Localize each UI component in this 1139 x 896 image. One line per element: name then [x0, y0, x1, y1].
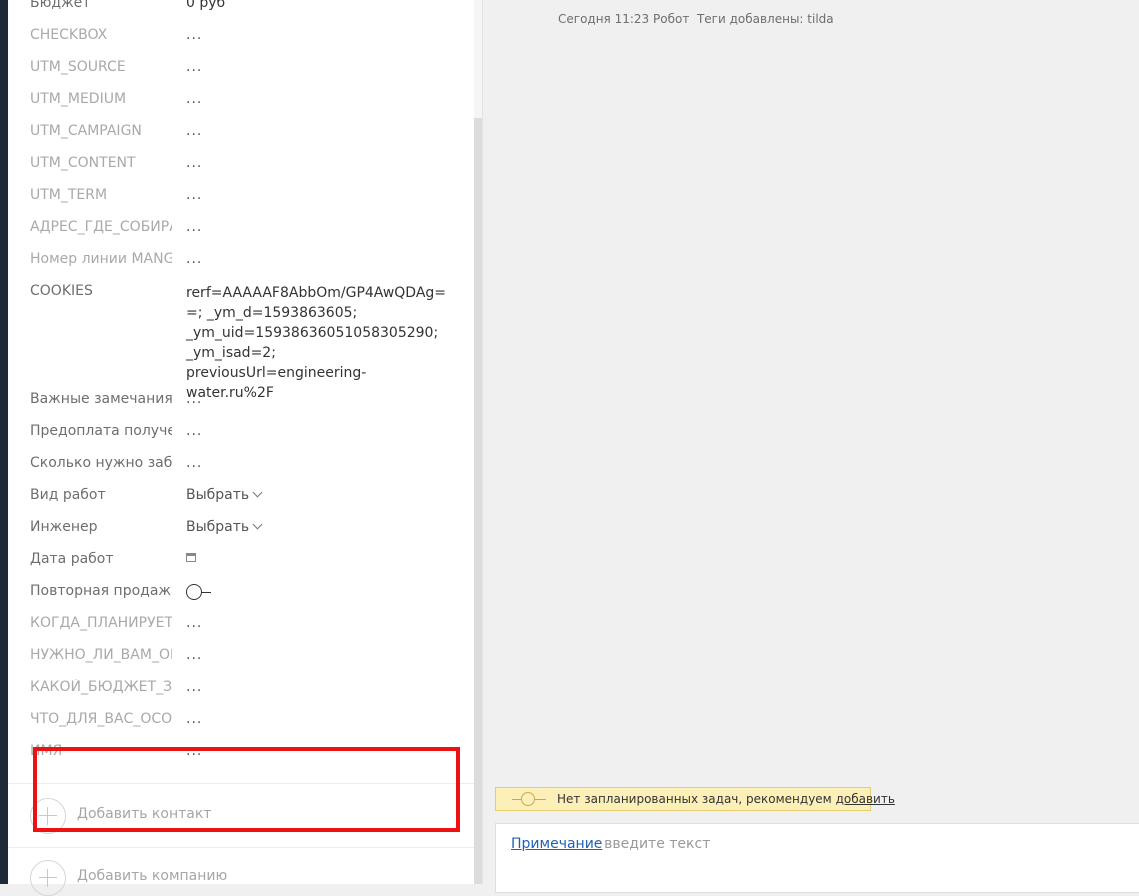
field-row-utm-content[interactable]: UTM_CONTENT ... — [30, 147, 460, 179]
field-row-mango-line[interactable]: Номер линии MANGO ... — [30, 243, 460, 275]
field-value[interactable]: 0 руб — [186, 0, 225, 11]
no-tasks-banner: Нет запланированных задач, рекомендуем д… — [495, 787, 895, 811]
field-label: UTM_CONTENT — [30, 155, 136, 171]
field-row-utm-source[interactable]: UTM_SOURCE ... — [30, 51, 460, 83]
no-tasks-text: Нет запланированных задач, рекомендуем д… — [557, 792, 895, 806]
work-type-select[interactable]: Выбрать — [186, 487, 263, 503]
engineer-select[interactable]: Выбрать — [186, 519, 263, 535]
field-label: UTM_CAMPAIGN — [30, 123, 142, 139]
add-company-label: Добавить компанию — [77, 868, 228, 884]
field-label: UTM_MEDIUM — [30, 91, 127, 107]
field-value[interactable]: ... — [186, 647, 202, 663]
note-placeholder[interactable]: : введите текст — [595, 836, 710, 852]
note-input-box[interactable]: Примечание : введите текст — [495, 823, 1139, 893]
feed-author: Робот — [653, 12, 690, 26]
field-row-important-notes[interactable]: Важные замечания ... — [30, 383, 460, 415]
feed-text: Теги добавлены: tilda — [696, 12, 834, 26]
field-value[interactable]: ... — [186, 711, 202, 727]
field-label: Бюджет — [30, 0, 91, 11]
field-row-utm-term[interactable]: UTM_TERM ... — [30, 179, 460, 211]
no-tasks-message: Нет запланированных задач, рекомендуем — [557, 792, 832, 806]
scrollbar-thumb[interactable] — [474, 118, 482, 884]
field-row-address[interactable]: АДРЕС_ГДЕ_СОБИРАЕ ... — [30, 211, 460, 243]
field-label: Дата работ — [30, 551, 114, 567]
field-row-need-survey[interactable]: НУЖНО_ЛИ_ВАМ_ОБУ ... — [30, 639, 460, 671]
field-row-cookies[interactable]: COOKIES rerf=AAAAAF8AbbOm/GP4AwQDAg==; _… — [30, 275, 460, 401]
field-row-work-type[interactable]: Вид работ Выбрать — [30, 479, 460, 511]
calendar-icon[interactable] — [186, 553, 196, 562]
chevron-down-icon — [252, 487, 263, 498]
field-row-when-planning[interactable]: КОГДА_ПЛАНИРУЕТЕ_ ... — [30, 607, 460, 639]
field-label: Номер линии MANGO — [30, 251, 172, 267]
feed-event: Сегодня 11:23 Робот Теги добавлены: tild… — [558, 12, 834, 26]
field-label: АДРЕС_ГДЕ_СОБИРАЕ — [30, 219, 172, 235]
field-row-work-date[interactable]: Дата работ — [30, 543, 460, 575]
field-label: Вид работ — [30, 487, 106, 503]
field-label: НУЖНО_ЛИ_ВАМ_ОБУ — [30, 647, 172, 663]
note-type-link[interactable]: Примечание — [511, 836, 602, 852]
field-value[interactable]: ... — [186, 123, 202, 139]
add-task-link[interactable]: добавить — [836, 792, 895, 806]
field-label: Инженер — [30, 519, 98, 535]
repeat-sale-toggle[interactable] — [186, 584, 216, 600]
clock-icon — [521, 792, 535, 806]
add-company-button[interactable]: Добавить компанию — [30, 860, 430, 896]
field-row-utm-campaign[interactable]: UTM_CAMPAIGN ... — [30, 115, 460, 147]
field-label: ЧТО_ДЛЯ_ВАС_ОСОБЕ — [30, 711, 172, 727]
field-value[interactable]: ... — [186, 391, 202, 407]
field-label: COOKIES — [30, 283, 93, 299]
field-label: Предоплата получена — [30, 423, 172, 439]
field-label: Сколько нужно забрат — [30, 455, 172, 471]
field-row-budget-question[interactable]: КАКОЙ_БЮДЖЕТ_ЗАК ... — [30, 671, 460, 703]
chevron-down-icon — [252, 519, 263, 530]
field-label: UTM_SOURCE — [30, 59, 126, 75]
field-row-checkbox[interactable]: CHECKBOX ... — [30, 19, 460, 51]
field-label: Важные замечания — [30, 391, 172, 407]
field-label: Повторная продажа — [30, 583, 172, 599]
field-value[interactable]: ... — [186, 251, 202, 267]
field-row-repeat-sale[interactable]: Повторная продажа — [30, 575, 460, 607]
divider — [8, 847, 474, 848]
field-row-budget[interactable]: Бюджет 0 руб — [30, 0, 460, 19]
highlight-annotation — [33, 747, 460, 832]
plus-icon — [30, 860, 66, 896]
select-value: Выбрать — [186, 487, 250, 503]
field-value[interactable]: ... — [186, 187, 202, 203]
field-value[interactable]: ... — [186, 679, 202, 695]
field-label: CHECKBOX — [30, 27, 108, 43]
feed-time: Сегодня 11:23 — [558, 12, 650, 26]
field-value[interactable]: ... — [186, 423, 202, 439]
field-value[interactable]: ... — [186, 27, 202, 43]
toggle-track — [201, 592, 211, 593]
field-row-utm-medium[interactable]: UTM_MEDIUM ... — [30, 83, 460, 115]
field-value[interactable]: ... — [186, 59, 202, 75]
field-row-prepayment[interactable]: Предоплата получена ... — [30, 415, 460, 447]
field-row-how-much[interactable]: Сколько нужно забрат ... — [30, 447, 460, 479]
field-label: КОГДА_ПЛАНИРУЕТЕ_ — [30, 615, 172, 631]
field-value[interactable]: ... — [186, 91, 202, 107]
select-value: Выбрать — [186, 519, 250, 535]
field-row-engineer[interactable]: Инженер Выбрать — [30, 511, 460, 543]
field-value[interactable]: ... — [186, 155, 202, 171]
field-label: UTM_TERM — [30, 187, 108, 203]
field-value[interactable]: ... — [186, 615, 202, 631]
field-label: КАКОЙ_БЮДЖЕТ_ЗАК — [30, 679, 172, 695]
app-nav-edge — [0, 0, 8, 884]
toggle-knob — [186, 584, 202, 600]
field-value[interactable]: ... — [186, 455, 202, 471]
field-value[interactable]: ... — [186, 219, 202, 235]
field-row-what-important[interactable]: ЧТО_ДЛЯ_ВАС_ОСОБЕ ... — [30, 703, 460, 735]
